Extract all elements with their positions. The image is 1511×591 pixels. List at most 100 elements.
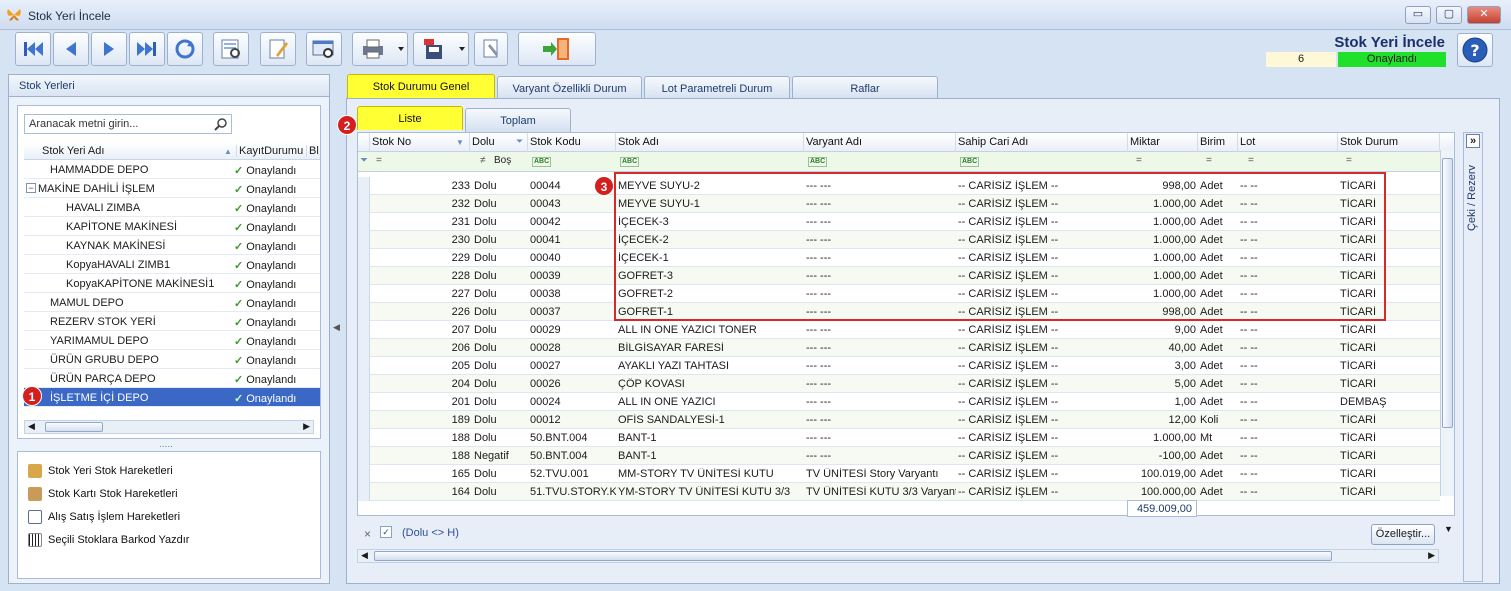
row-indicator[interactable] [358, 249, 370, 267]
row-indicator[interactable] [358, 447, 370, 465]
help-button[interactable]: ? [1457, 33, 1493, 67]
row-indicator[interactable] [358, 429, 370, 447]
tab-stock-status-general[interactable]: Stok Durumu Genel [347, 74, 495, 98]
first-record-button[interactable] [15, 32, 51, 66]
row-indicator[interactable] [358, 375, 370, 393]
col-stock-state[interactable]: Stok Durum [1338, 133, 1440, 152]
col-name-header[interactable]: Stok Yeri Adı [42, 145, 104, 157]
col-unit[interactable]: Birim [1198, 133, 1238, 152]
edit-button[interactable] [260, 32, 296, 66]
filter-expression[interactable]: (Dolu <> H) [402, 527, 459, 539]
pdf-export-button[interactable] [413, 32, 469, 66]
link-trade-movements[interactable]: Alış Satış İşlem Hareketleri [28, 510, 180, 528]
refresh-button[interactable] [167, 32, 203, 66]
tree-item[interactable]: KopyaKAPİTONE MAKİNESİ1 ✓ Onaylandı [24, 274, 320, 293]
grid-horizontal-scrollbar[interactable]: ◀ ▶ [357, 549, 1439, 563]
tree-item[interactable]: ÜRÜN GRUBU DEPO ✓ Onaylandı [24, 350, 320, 369]
col-quantity[interactable]: Miktar [1128, 133, 1198, 152]
table-row[interactable]: 164 Dolu 51.TVU.STORY.K YM-STORY TV ÜNİTESİ… [358, 483, 1440, 501]
text-filter-icon[interactable]: ABC [620, 157, 640, 167]
text-filter-icon[interactable]: ABC [532, 157, 552, 167]
tab-list[interactable]: Liste [357, 106, 463, 130]
row-indicator[interactable] [358, 357, 370, 375]
maximize-button[interactable]: ▢ [1436, 6, 1462, 24]
filter-icon[interactable]: ⏷ [516, 136, 523, 147]
tree-item[interactable]: − MAKİNE DAHİLİ İŞLEM ✓ Onaylandı [24, 179, 320, 198]
table-row[interactable]: 188 Dolu 50.BNT.004 BANT-1 --- --- -- CARİSİZ… [358, 429, 1440, 447]
tab-lot-status[interactable]: Lot Parametreli Durum [644, 76, 790, 100]
search-input[interactable]: Aranacak metni girin... [24, 114, 232, 134]
row-indicator[interactable] [358, 339, 370, 357]
tab-total[interactable]: Toplam [465, 108, 571, 132]
row-indicator[interactable] [358, 321, 370, 339]
horizontal-scrollbar[interactable]: ◀ ▶ [24, 420, 314, 434]
table-row[interactable]: 201 Dolu 00024 ALL IN ONE YAZICI --- --- -- C… [358, 393, 1440, 411]
filter-stock-no[interactable]: = [376, 155, 382, 166]
collapse-node-icon[interactable]: − [26, 183, 36, 193]
scroll-right-icon[interactable]: ▶ [1428, 550, 1435, 561]
tree-item[interactable]: İŞLETME İÇİ DEPO ✓ Onaylandı [24, 388, 320, 407]
row-indicator[interactable] [358, 411, 370, 429]
table-row[interactable]: 205 Dolu 00027 AYAKLI YAZI TAHTASI --- --- --… [358, 357, 1440, 375]
col-stock-name[interactable]: Stok Adı [616, 133, 804, 152]
row-indicator[interactable] [358, 285, 370, 303]
tree-item[interactable]: KAYNAK MAKİNESİ ✓ Onaylandı [24, 236, 320, 255]
filter-lot[interactable]: = [1248, 155, 1254, 166]
col-status-header[interactable]: KayıtDurumu [236, 145, 303, 157]
last-record-button[interactable] [129, 32, 165, 66]
table-row[interactable]: 207 Dolu 00029 ALL IN ONE YAZICI TONER --- -… [358, 321, 1440, 339]
text-filter-icon[interactable]: ABC [960, 157, 980, 167]
tree-item[interactable]: KAPİTONE MAKİNESİ ✓ Onaylandı [24, 217, 320, 236]
tools-button[interactable] [474, 32, 508, 66]
filter-quantity[interactable]: = [1136, 155, 1142, 166]
row-indicator[interactable] [358, 465, 370, 483]
scroll-thumb[interactable] [1442, 158, 1453, 428]
collapse-left-icon[interactable]: ◀ [333, 322, 340, 333]
scroll-left-icon[interactable]: ◀ [28, 421, 35, 432]
tab-shelves[interactable]: Raflar [792, 76, 938, 100]
exit-button[interactable] [518, 32, 596, 66]
col-lot[interactable]: Lot [1238, 133, 1338, 152]
link-print-barcode[interactable]: Seçili Stoklara Barkod Yazdır [28, 533, 189, 551]
vertical-scrollbar[interactable]: ▼ [1440, 150, 1454, 534]
reserve-side-panel[interactable]: » Çeki / Rezerv [1463, 132, 1483, 582]
col-stock-code[interactable]: Stok Kodu [528, 133, 616, 152]
col-owner-account[interactable]: Sahip Cari Adı [956, 133, 1128, 152]
scroll-thumb[interactable] [374, 551, 1332, 561]
tree-item[interactable]: ÜRÜN PARÇA DEPO ✓ Onaylandı [24, 369, 320, 388]
scroll-down-icon[interactable]: ▼ [1444, 524, 1453, 534]
tree-item[interactable]: HAVALI ZIMBA ✓ Onaylandı [24, 198, 320, 217]
minimize-button[interactable]: ▭ [1405, 6, 1431, 24]
filter-full-operator[interactable]: ≠ [480, 155, 486, 166]
table-row[interactable]: 204 Dolu 00026 ÇÖP KOVASI --- --- -- CARİSİZ … [358, 375, 1440, 393]
row-indicator[interactable] [358, 213, 370, 231]
previous-record-button[interactable] [53, 32, 89, 66]
print-button[interactable] [352, 32, 408, 66]
row-indicator[interactable] [358, 303, 370, 321]
table-row[interactable]: 189 Dolu 00012 OFİS SANDALYESİ-1 --- --- -- C… [358, 411, 1440, 429]
filter-enable-checkbox[interactable]: ✓ [380, 526, 392, 538]
close-button[interactable]: ✕ [1467, 6, 1501, 24]
table-row[interactable]: 206 Dolu 00028 BİLGİSAYAR FARESİ --- --- -- C… [358, 339, 1440, 357]
tree-item[interactable]: MAMUL DEPO ✓ Onaylandı [24, 293, 320, 312]
tree-item[interactable]: HAMMADDE DEPO ✓ Onaylandı [24, 160, 320, 179]
filter-full-value[interactable]: Boş [494, 155, 511, 166]
splitter-handle[interactable]: ..... [159, 439, 173, 450]
row-indicator[interactable] [358, 267, 370, 285]
link-location-movements[interactable]: Stok Yeri Stok Hareketleri [28, 464, 173, 482]
link-card-movements[interactable]: Stok Kartı Stok Hareketleri [28, 487, 178, 505]
row-indicator[interactable] [358, 483, 370, 501]
scroll-right-icon[interactable]: ▶ [303, 421, 310, 432]
table-row[interactable]: 188 Negatif 50.BNT.004 BANT-1 --- --- -- CARİ… [358, 447, 1440, 465]
scroll-thumb[interactable] [45, 422, 103, 432]
col-stock-no[interactable]: Stok No [370, 133, 470, 152]
tree-item[interactable]: REZERV STOK YERİ ✓ Onaylandı [24, 312, 320, 331]
tab-variant-status[interactable]: Varyant Özellikli Durum [497, 76, 642, 100]
tree-item[interactable]: KopyaHAVALI ZIMB1 ✓ Onaylandı [24, 255, 320, 274]
close-filter-icon[interactable]: × [364, 527, 371, 541]
row-indicator[interactable] [358, 231, 370, 249]
tree-item[interactable]: YARIMAMUL DEPO ✓ Onaylandı [24, 331, 320, 350]
scroll-left-icon[interactable]: ◀ [361, 550, 368, 561]
row-indicator[interactable] [358, 177, 370, 195]
customize-button[interactable]: Özelleştir... [1371, 524, 1435, 545]
